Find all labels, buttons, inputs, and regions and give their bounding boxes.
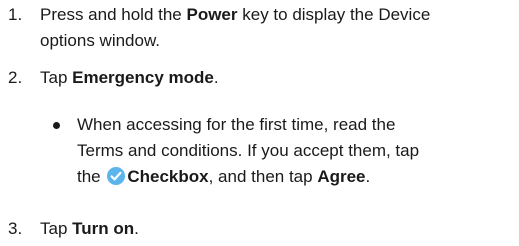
step-text: Tap Emergency mode. <box>40 65 511 91</box>
step-text-part: . <box>213 68 219 87</box>
step-number: 2. <box>8 68 23 87</box>
checkbox-label: Checkbox <box>127 167 209 186</box>
step-text-part: Tap <box>40 219 73 238</box>
step-text-part: Tap <box>40 68 73 87</box>
step-number: 3. <box>8 219 23 238</box>
agree-label: Agree <box>317 167 366 186</box>
bullet-line: the Checkbox, and then tap Agree. <box>77 164 509 190</box>
step-line: options window. <box>40 31 161 50</box>
step-text-part: Press and hold the <box>40 5 187 24</box>
bullet-line: Terms and conditions. If you accept them… <box>77 141 420 160</box>
bullet-text-part: the <box>77 167 106 186</box>
step-text: Press and hold the Power key to display … <box>40 2 511 54</box>
bullet-text: When accessing for the first time, read … <box>77 112 509 190</box>
bullet-text-part: . <box>365 167 371 186</box>
power-key-label: Power <box>186 5 238 24</box>
checkbox-checked-icon <box>107 167 126 185</box>
step-text-part: . <box>134 219 139 238</box>
instructions-document: 1. Press and hold the Power key to displ… <box>0 0 519 246</box>
turn-on-label: Turn on <box>72 219 135 238</box>
step-number: 1. <box>8 5 23 24</box>
bullet-text-part: , and then tap <box>208 167 318 186</box>
step-text-part: key to display the Device <box>237 5 431 24</box>
step-line: Press and hold the Power key to display … <box>40 2 511 28</box>
step-text: Tap Turn on. <box>40 216 511 242</box>
bullet-line: When accessing for the first time, read … <box>77 115 396 134</box>
bullet-dot <box>53 122 60 129</box>
emergency-mode-label: Emergency mode <box>72 68 214 87</box>
